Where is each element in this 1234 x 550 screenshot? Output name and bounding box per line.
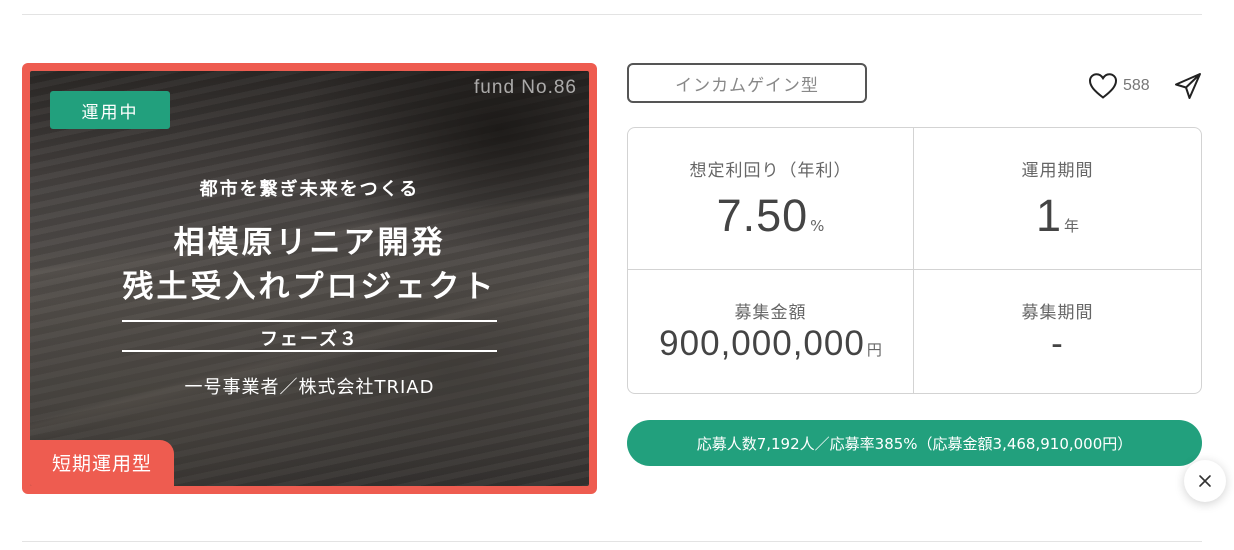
stat-yield-number: 7.50 [716, 190, 809, 241]
stat-period-number: 1 [1035, 190, 1062, 241]
fund-operator: 一号事業者／株式会社TRIAD [184, 377, 435, 398]
heart-outline-icon [1088, 73, 1118, 99]
close-button[interactable] [1184, 460, 1226, 502]
stat-recruit-period-number: - [1051, 324, 1064, 363]
stat-recruit-period-value: - [914, 324, 1201, 364]
close-icon [1199, 475, 1211, 487]
stat-period-value: 1年 [914, 190, 1201, 242]
share-button[interactable] [1173, 71, 1203, 101]
fund-type-tag: インカムゲイン型 [627, 63, 867, 103]
fund-title-line1: 相模原リニア開発 [173, 225, 446, 261]
fund-catchphrase: 都市を繋ぎ未来をつくる [199, 179, 420, 200]
favorite-button[interactable]: 588 [1088, 72, 1150, 100]
fund-phase: フェーズ３ [259, 329, 360, 350]
application-summary-bar: 応募人数7,192人／応募率385%（応募金額3,468,910,000円） [627, 420, 1202, 466]
stat-amount-unit: 円 [866, 341, 882, 359]
stat-amount-label: 募集金額 [734, 303, 807, 323]
phase-rule-bottom [122, 350, 497, 352]
bottom-divider [22, 541, 1202, 542]
category-badge: 短期運用型 [30, 440, 174, 486]
fund-title-line2: 残土受入れプロジェクト [122, 269, 497, 305]
stat-yield-unit: % [810, 217, 825, 235]
fund-image-card[interactable]: 運用中 fund No.86 都市を繋ぎ未来をつくる 相模原リニア開発 残土受入… [22, 63, 597, 494]
stat-period-label: 運用期間 [1021, 161, 1094, 181]
fund-number: fund No.86 [474, 77, 577, 98]
paper-plane-icon [1175, 73, 1201, 99]
favorite-count: 588 [1123, 77, 1150, 94]
stat-period-unit: 年 [1064, 217, 1080, 235]
phase-rule-top [122, 320, 497, 322]
top-divider [22, 14, 1202, 15]
stat-yield-label: 想定利回り（年利） [689, 161, 852, 181]
stat-period: 運用期間 1年 [914, 128, 1201, 270]
stat-recruit-period: 募集期間 - [914, 270, 1201, 393]
stat-amount-value: 900,000,000 円 [628, 324, 913, 364]
stat-yield-value: 7.50% [628, 190, 913, 242]
fund-cover-photo: 運用中 fund No.86 都市を繋ぎ未来をつくる 相模原リニア開発 残土受入… [30, 71, 589, 486]
status-badge: 運用中 [50, 91, 170, 129]
fund-stats-table: 想定利回り（年利） 7.50% 運用期間 1年 募集金額 900,000,000… [627, 127, 1202, 394]
stat-amount: 募集金額 900,000,000 円 [628, 270, 914, 393]
stat-recruit-period-label: 募集期間 [1021, 303, 1094, 323]
stat-amount-number: 900,000,000 [659, 324, 865, 363]
stat-yield: 想定利回り（年利） 7.50% [628, 128, 914, 270]
